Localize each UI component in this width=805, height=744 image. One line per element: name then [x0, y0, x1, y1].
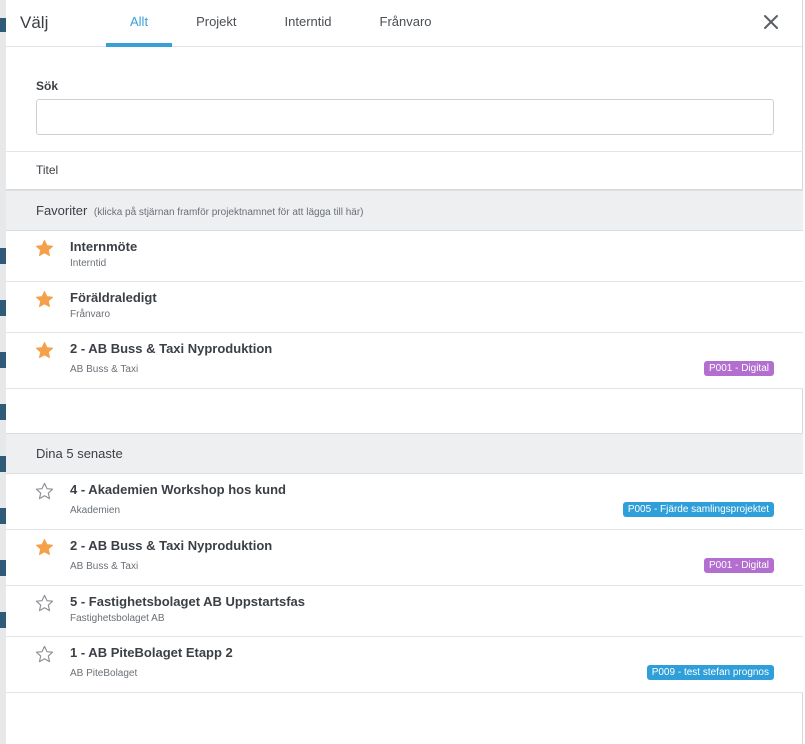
search-label: Sök — [36, 79, 59, 93]
item-subtitle: Akademien — [70, 505, 121, 516]
favorites-hint: (klicka på stjärnan framför projektnamne… — [93, 207, 364, 218]
item-subtitle: AB Buss & Taxi — [70, 561, 139, 572]
list-item[interactable]: Internmöte Interntid — [6, 231, 803, 282]
item-name: Föräldraledigt — [70, 290, 157, 305]
search-input[interactable] — [36, 99, 774, 135]
item-name: 2 - AB Buss & Taxi Nyproduktion — [70, 341, 273, 356]
list-item[interactable]: 2 - AB Buss & Taxi Nyproduktion AB Buss … — [6, 333, 803, 389]
search-section: Sök — [6, 47, 803, 152]
star-filled-icon[interactable] — [35, 290, 54, 309]
star-outline-icon[interactable] — [35, 482, 54, 501]
dialog-header: Välj Allt Projekt Interntid Frånvaro — [6, 0, 802, 47]
item-subtitle: Frånvaro — [70, 309, 111, 320]
item-name: Internmöte — [70, 239, 138, 254]
item-name: 2 - AB Buss & Taxi Nyproduktion — [70, 538, 273, 553]
close-icon[interactable] — [762, 13, 780, 31]
select-dialog: Välj Allt Projekt Interntid Frånvaro Sök… — [6, 0, 803, 744]
recent-section-header: Dina 5 senaste — [6, 433, 803, 474]
project-tag: P001 - Digital — [703, 558, 774, 573]
favorites-section-header: Favoriter (klicka på stjärnan framför pr… — [6, 190, 803, 231]
recent-heading: Dina 5 senaste — [36, 446, 123, 461]
star-filled-icon[interactable] — [35, 341, 54, 360]
item-name: 5 - Fastighetsbolaget AB Uppstartsfas — [70, 594, 306, 609]
tab-absence[interactable]: Frånvaro — [356, 0, 456, 47]
dialog-title: Välj — [20, 13, 49, 32]
list-item[interactable]: 2 - AB Buss & Taxi Nyproduktion AB Buss … — [6, 530, 803, 586]
tab-bar: Allt Projekt Interntid Frånvaro — [106, 0, 456, 47]
item-subtitle: Interntid — [70, 258, 107, 269]
list-item[interactable]: 5 - Fastighetsbolaget AB Uppstartsfas Fa… — [6, 586, 803, 637]
item-name: 4 - Akademien Workshop hos kund — [70, 482, 286, 497]
project-tag: P001 - Digital — [703, 361, 774, 376]
list-item[interactable]: 4 - Akademien Workshop hos kund Akademie… — [6, 474, 803, 530]
item-subtitle: AB PiteBolaget — [70, 668, 138, 679]
star-outline-icon[interactable] — [35, 645, 54, 664]
star-filled-icon[interactable] — [35, 239, 54, 258]
list-item[interactable]: 1 - AB PiteBolaget Etapp 2 AB PiteBolage… — [6, 637, 803, 693]
star-filled-icon[interactable] — [35, 538, 54, 557]
list-column-header: Titel — [6, 152, 803, 190]
star-outline-icon[interactable] — [35, 594, 54, 613]
favorites-heading: Favoriter — [36, 203, 88, 218]
tab-all[interactable]: Allt — [106, 0, 173, 47]
list-item[interactable]: Föräldraledigt Frånvaro — [6, 282, 803, 333]
project-tag: P005 - Fjärde samlingsprojektet — [622, 502, 774, 517]
item-subtitle: AB Buss & Taxi — [70, 364, 139, 375]
item-subtitle: Fastighetsbolaget AB — [70, 613, 165, 624]
project-tag: P009 - test stefan prognos — [646, 665, 774, 680]
tab-internal-time[interactable]: Interntid — [261, 0, 356, 47]
title-column-label: Titel — [36, 163, 59, 177]
tab-projects[interactable]: Projekt — [172, 0, 260, 47]
item-name: 1 - AB PiteBolaget Etapp 2 — [70, 645, 233, 660]
